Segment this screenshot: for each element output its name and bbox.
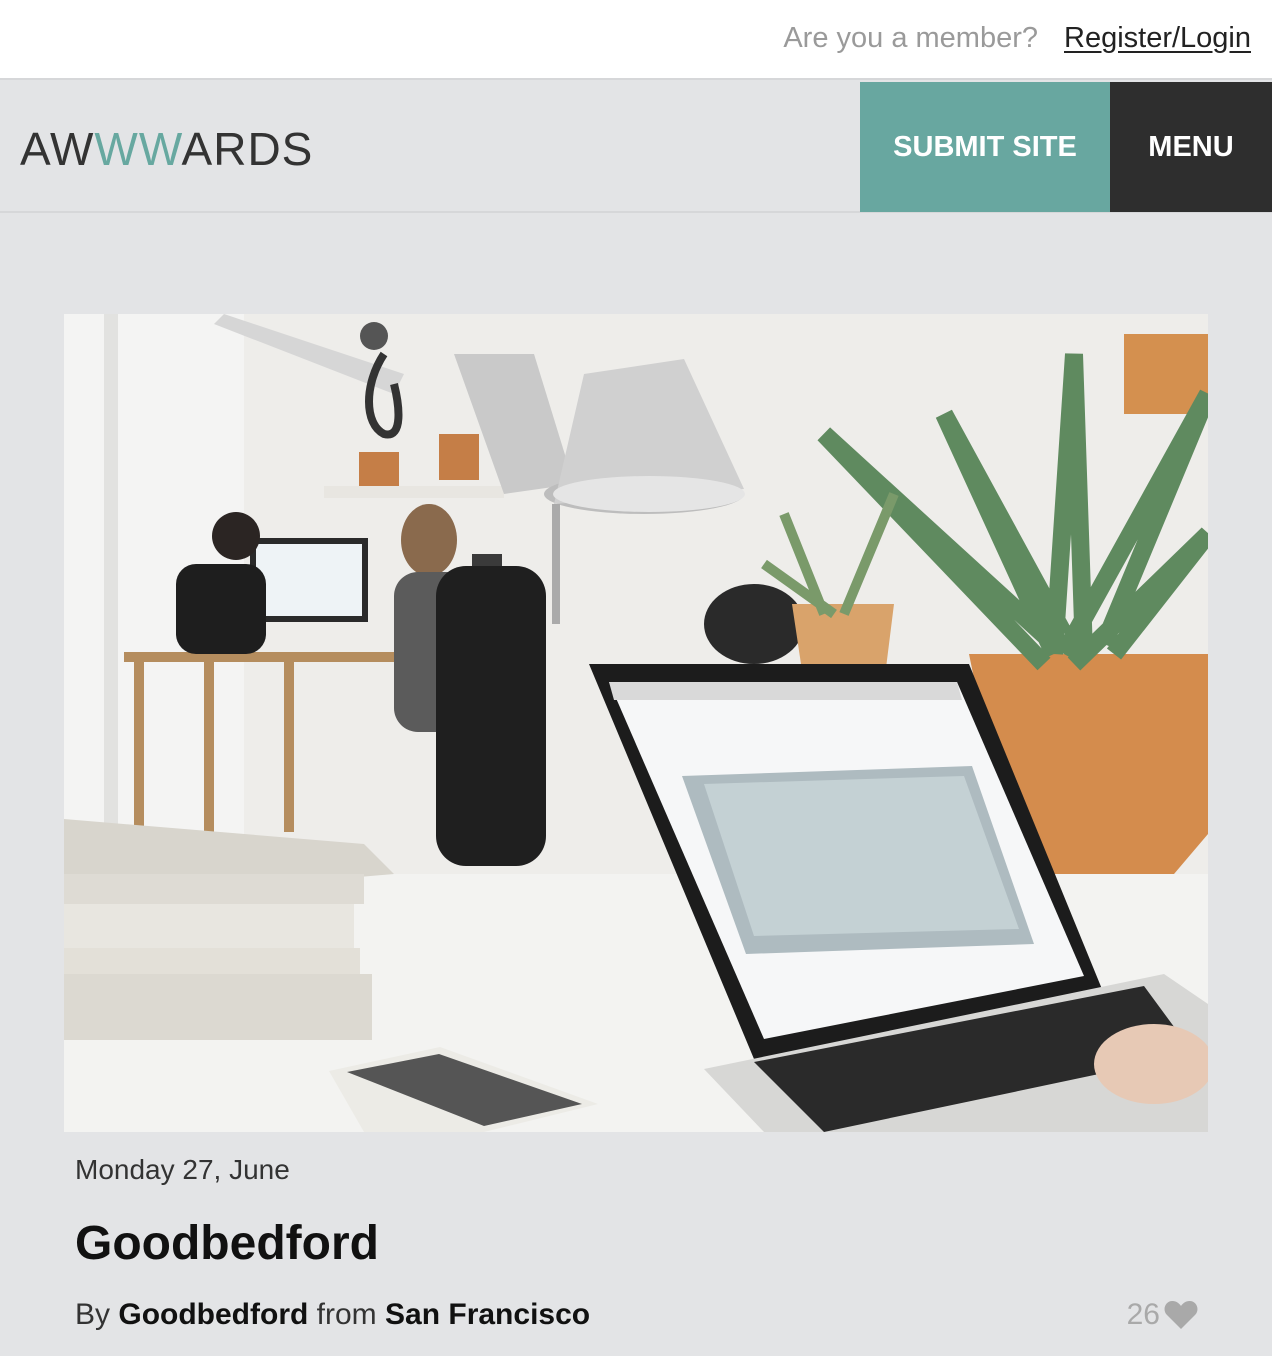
location-link[interactable]: San Francisco: [385, 1298, 590, 1331]
heart-icon[interactable]: [1164, 1300, 1198, 1330]
site-header: AWWWARDS SUBMIT SITE MENU: [0, 82, 1272, 213]
from-label: from: [316, 1298, 377, 1331]
article-title[interactable]: Goodbedford: [75, 1216, 379, 1271]
logo-part-3: ARDS: [181, 123, 314, 175]
logo-part-1: AW: [20, 123, 95, 175]
submit-site-button[interactable]: SUBMIT SITE: [860, 82, 1110, 212]
register-login-link[interactable]: Register/Login: [1064, 22, 1251, 55]
menu-button[interactable]: MENU: [1110, 82, 1272, 212]
awwwards-logo[interactable]: AWWWARDS: [20, 122, 313, 176]
author-link[interactable]: Goodbedford: [118, 1298, 308, 1331]
hero-image[interactable]: [64, 314, 1208, 1132]
top-bar: Are you a member? Register/Login: [0, 0, 1272, 80]
like-count: 26: [1126, 1298, 1160, 1331]
like-counter[interactable]: 26: [1127, 1298, 1198, 1332]
office-desk-photo: [64, 314, 1208, 1132]
article-byline: By Goodbedford from San Francisco: [75, 1298, 590, 1332]
member-prompt: Are you a member?: [783, 22, 1038, 54]
by-label: By: [75, 1298, 111, 1331]
article-date: Monday 27, June: [75, 1154, 290, 1185]
logo-part-2: WW: [94, 123, 182, 175]
